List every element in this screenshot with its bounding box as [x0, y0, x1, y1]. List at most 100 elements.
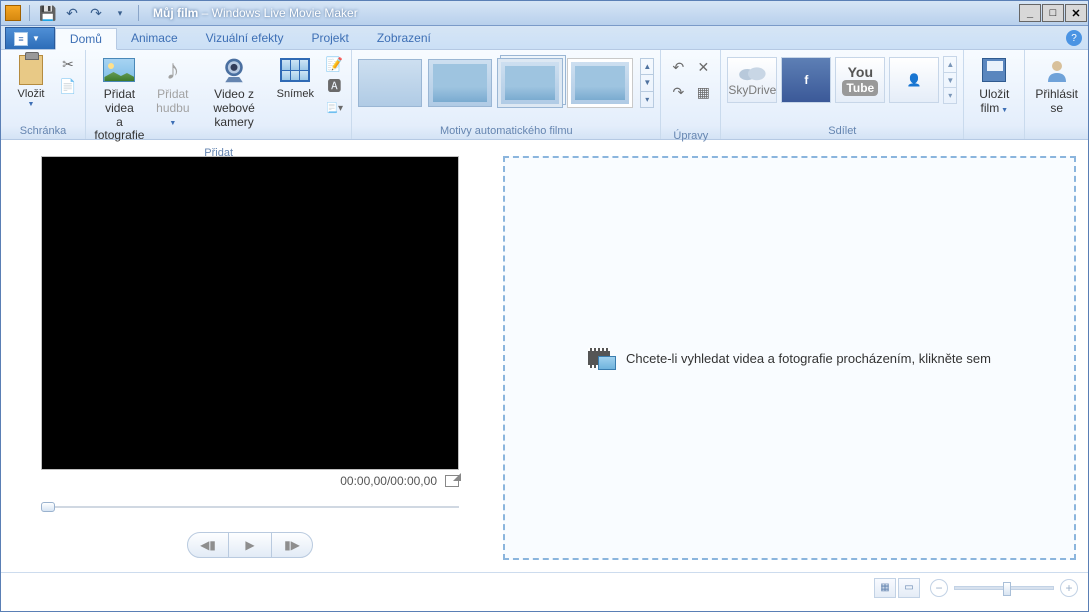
signin-button[interactable]: Přihlásitse — [1031, 52, 1082, 118]
next-frame-button[interactable]: ▮▶ — [271, 532, 313, 558]
snapshot-label: Snímek — [277, 88, 314, 101]
fullscreen-icon[interactable] — [445, 475, 459, 487]
theme-thumb-3[interactable] — [498, 59, 562, 107]
close-button[interactable]: ✕ — [1065, 4, 1087, 22]
copy-icon[interactable]: 📄 — [57, 76, 79, 96]
rotate-right-icon[interactable]: ↷ — [667, 81, 689, 103]
preview-view-icon[interactable]: ▭ — [898, 578, 920, 598]
zoom-control: − + — [930, 579, 1078, 597]
delete-icon[interactable]: ✕ — [692, 56, 714, 78]
share-facebook[interactable]: f — [781, 57, 831, 103]
tab-project-label: Projekt — [311, 31, 348, 45]
group-editing: ↶ ✕ ↷ ▦ Úpravy — [661, 50, 721, 139]
snapshot-icon — [279, 54, 311, 86]
maximize-button[interactable]: □ — [1042, 4, 1064, 22]
qat-customize-icon[interactable]: ▾ — [110, 3, 130, 23]
group-clipboard-label: Schránka — [7, 123, 79, 139]
window-title: Můj film – Windows Live Movie Maker — [153, 6, 358, 20]
gallery-down-icon[interactable]: ▼ — [944, 73, 956, 89]
tab-project[interactable]: Projekt — [297, 27, 362, 49]
save-movie-button[interactable]: Uložitfilm ▼ — [970, 52, 1018, 118]
tab-visual-effects[interactable]: Vizuální efekty — [192, 27, 298, 49]
media-icon — [588, 346, 616, 370]
credits-icon[interactable]: 📃▾ — [323, 98, 345, 118]
chevron-down-icon: ▼ — [169, 120, 176, 127]
webcam-video-button[interactable]: Video z webovékamery — [199, 52, 269, 131]
tab-view[interactable]: Zobrazení — [363, 27, 445, 49]
chevron-down-icon: ▼ — [28, 101, 35, 109]
group-save-movie: Uložitfilm ▼ — [964, 50, 1025, 139]
paste-label: Vložit — [18, 88, 45, 101]
zoom-in-button[interactable]: + — [1060, 579, 1078, 597]
group-themes: ▲ ▼ ▾ Motivy automatického filmu — [352, 50, 661, 139]
gallery-down-icon[interactable]: ▼ — [641, 75, 653, 91]
youtube-you: You — [848, 64, 873, 80]
themes-gallery: ▲ ▼ ▾ — [358, 52, 654, 108]
playback-controls: ◀▮ ▶ ▮▶ — [187, 532, 313, 558]
gallery-up-icon[interactable]: ▲ — [641, 59, 653, 75]
share-youtube[interactable]: You Tube — [835, 57, 885, 103]
zoom-slider[interactable] — [954, 586, 1054, 590]
view-toggle: ▦ ▭ — [874, 578, 920, 598]
gallery-more-icon[interactable]: ▾ — [944, 88, 956, 103]
group-signin-label — [1031, 123, 1082, 139]
gallery-more-icon[interactable]: ▾ — [641, 92, 653, 107]
tab-visual-effects-label: Vizuální efekty — [206, 31, 284, 45]
cut-icon[interactable]: ✂ — [57, 54, 79, 74]
snapshot-button[interactable]: Snímek — [271, 52, 319, 103]
zoom-thumb[interactable] — [1003, 582, 1011, 596]
user-icon — [1041, 54, 1073, 86]
caption-icon[interactable]: 🅰 — [323, 76, 345, 96]
qat-redo-icon[interactable]: ↷ — [86, 3, 106, 23]
help-icon[interactable]: ? — [1066, 30, 1082, 46]
preview-info: 00:00,00/00:00,00 — [41, 474, 459, 488]
qat-undo-icon[interactable]: ↶ — [62, 3, 82, 23]
qat-divider-2 — [138, 5, 139, 21]
add-media-button[interactable]: Přidat videaa fotografie — [92, 52, 147, 145]
theme-thumb-2[interactable] — [428, 59, 492, 107]
tab-animations[interactable]: Animace — [117, 27, 192, 49]
clipboard-icon — [15, 54, 47, 86]
save-movie-icon — [978, 54, 1010, 86]
select-all-icon[interactable]: ▦ — [692, 81, 714, 103]
share-skydrive[interactable]: SkyDrive — [727, 57, 777, 103]
minimize-button[interactable]: _ — [1019, 4, 1041, 22]
play-button[interactable]: ▶ — [229, 532, 271, 558]
group-clipboard: Vložit ▼ ✂ 📄 Schránka — [1, 50, 86, 139]
seek-bar[interactable] — [41, 502, 459, 512]
prev-frame-button[interactable]: ◀▮ — [187, 532, 229, 558]
theme-thumb-1[interactable] — [358, 59, 422, 107]
spacer — [667, 106, 689, 128]
thumbnail-view-icon[interactable]: ▦ — [874, 578, 896, 598]
paste-button[interactable]: Vložit ▼ — [7, 52, 55, 111]
storyboard-dropzone[interactable]: Chcete-li vyhledat videa a fotografie pr… — [503, 156, 1076, 560]
workspace: 00:00,00/00:00,00 ◀▮ ▶ ▮▶ Chcete-li vyhl… — [1, 140, 1088, 572]
window-controls: _ □ ✕ — [1019, 4, 1088, 22]
seek-track — [41, 506, 459, 508]
title-icon[interactable]: 📝 — [323, 54, 345, 74]
document-name: Můj film — [153, 6, 198, 20]
rotate-left-icon[interactable]: ↶ — [667, 56, 689, 78]
qat-save-icon[interactable]: 💾 — [38, 3, 58, 23]
group-share: SkyDrive f You Tube 👤 ▲ ▼ ▾ Sdílet — [721, 50, 964, 139]
share-scroll: ▲ ▼ ▾ — [943, 56, 957, 104]
file-tab[interactable]: ▼ — [5, 27, 55, 49]
statusbar: ▦ ▭ − + — [1, 572, 1088, 602]
add-music-button[interactable]: ♪ Přidathudbu ▼ — [149, 52, 197, 130]
seek-thumb[interactable] — [41, 502, 55, 512]
share-gallery: SkyDrive f You Tube 👤 ▲ ▼ ▾ — [727, 52, 957, 104]
qat-divider — [29, 5, 30, 21]
gallery-up-icon[interactable]: ▲ — [944, 57, 956, 73]
group-editing-label: Úpravy — [667, 128, 714, 144]
preview-pane: 00:00,00/00:00,00 ◀▮ ▶ ▮▶ — [1, 140, 499, 572]
theme-thumb-4[interactable] — [568, 59, 632, 107]
zoom-out-button[interactable]: − — [930, 579, 948, 597]
tab-home[interactable]: Domů — [55, 28, 117, 50]
group-add: Přidat videaa fotografie ♪ Přidathudbu ▼… — [86, 50, 352, 139]
clipboard-small: ✂ 📄 — [57, 54, 79, 96]
editing-grid: ↶ ✕ ↷ ▦ — [667, 52, 714, 128]
titlebar-left: 💾 ↶ ↷ ▾ Můj film – Windows Live Movie Ma… — [1, 3, 358, 23]
add-small: 📝 🅰 📃▾ — [323, 54, 345, 118]
preview-video — [41, 156, 459, 470]
share-messenger[interactable]: 👤 — [889, 57, 939, 103]
